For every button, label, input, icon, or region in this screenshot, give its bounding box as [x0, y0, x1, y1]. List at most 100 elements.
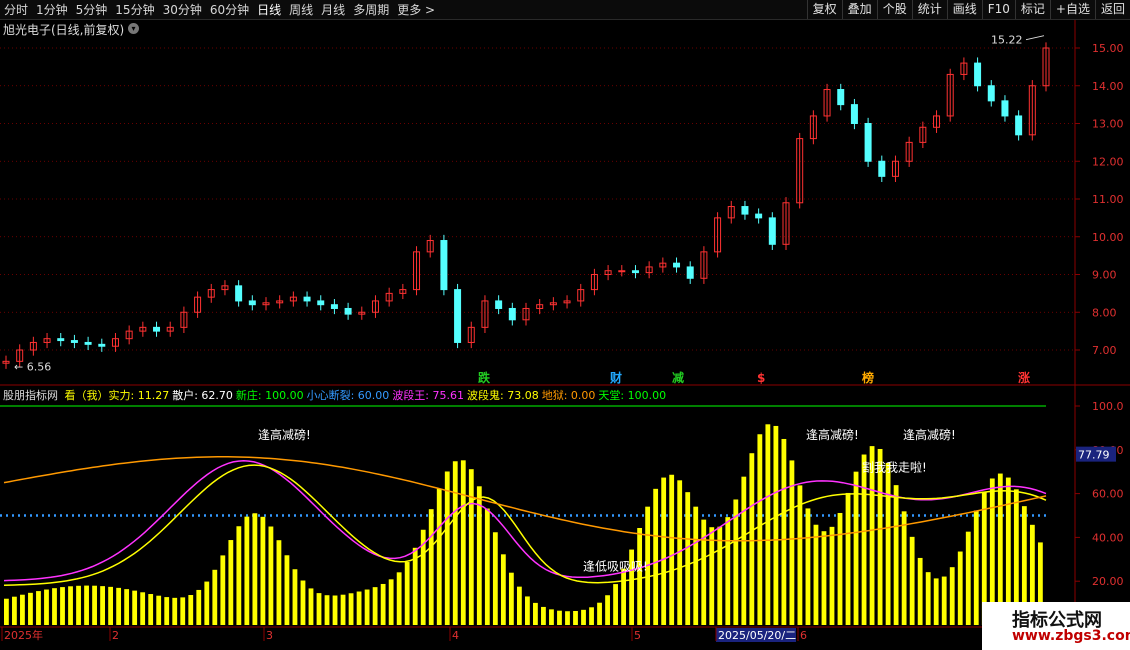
candle-body [768, 217, 776, 245]
candle-body [1001, 100, 1009, 117]
indicator-bar [749, 453, 755, 625]
event-marker: $ [757, 371, 765, 385]
indicator-bar [533, 602, 538, 625]
kline-chart[interactable]: 15.00 14.00 13.00 12.00 11.00 10.00 9.00 8.00 7.… [0, 20, 1130, 650]
indicator-bar [541, 606, 546, 625]
high-price-arrow [1025, 35, 1045, 41]
timeframe-0[interactable]: 分时 [0, 1, 32, 18]
timeframe-8[interactable]: 月线 [317, 1, 349, 18]
tool-button-1[interactable]: 叠加 [841, 0, 877, 19]
indicator-bar [20, 594, 25, 625]
indicator-item-7: 天堂: 100.00 [598, 389, 667, 402]
timeframe-3[interactable]: 15分钟 [111, 1, 158, 18]
timeframe-9[interactable]: 多周期 [349, 1, 393, 18]
indicator-bar [525, 596, 530, 625]
top-toolbar: 分时 1分钟 5分钟 15分钟 30分钟 60分钟 日线 周线 月线 多周期 更多 > 复权 叠加 个股… [0, 0, 1130, 20]
indicator-bar [44, 589, 49, 625]
candle-body [508, 307, 516, 321]
date-label: 4 [452, 629, 459, 642]
indicator-bar [28, 592, 33, 625]
indicator-bar [68, 586, 73, 625]
indicator-bar [885, 462, 891, 625]
stock-title: 旭光电子(日线,前复权) [3, 23, 125, 37]
candle-body [741, 206, 749, 215]
timeframe-2[interactable]: 5分钟 [72, 1, 112, 18]
date-label: 5 [634, 629, 641, 642]
tool-button-3[interactable]: 统计 [911, 0, 947, 19]
watermark-logo: 指标公式网 www.zbgs3.com [982, 602, 1130, 650]
indicator-bar [613, 584, 618, 625]
price-tick-label: 13.00 [1092, 118, 1124, 131]
indicator-item-3: 小心断裂: 60.00 [306, 389, 390, 402]
timeframe-5[interactable]: 60分钟 [206, 1, 253, 18]
indicator-bar [316, 593, 322, 625]
indicator-bar [685, 492, 691, 625]
current-value-label: 77.79 [1078, 449, 1110, 462]
candle-body [878, 160, 886, 177]
indicator-bar [52, 588, 57, 625]
indicator-bar [396, 572, 402, 625]
indicator-bar [260, 516, 266, 625]
indicator-bar [909, 536, 915, 625]
candle-body [837, 89, 845, 106]
candle-body [864, 123, 872, 162]
indicator-item-5: 波段鬼: 73.08 [467, 389, 539, 402]
price-tick-label: 7.00 [1092, 344, 1117, 357]
indicator-bar [236, 526, 242, 625]
indicator-bar [428, 509, 434, 625]
indicator-bar [388, 579, 394, 625]
candle-body [153, 326, 161, 332]
timeframe-6[interactable]: 日线 [253, 1, 285, 18]
timeframe-1[interactable]: 1分钟 [32, 1, 72, 18]
tool-button-6[interactable]: 标记 [1014, 0, 1050, 19]
tool-button-8[interactable]: 返回 [1094, 0, 1130, 19]
watermark-line2: www.zbgs3.com [1012, 628, 1130, 644]
indicator-bar [661, 477, 667, 625]
tool-button-0[interactable]: 复权 [806, 0, 842, 19]
candle-body [987, 85, 995, 102]
indicator-bar [605, 595, 610, 625]
indicator-bar [757, 434, 763, 625]
candle-body [84, 341, 92, 345]
tool-button-2[interactable]: 个股 [876, 0, 912, 19]
indicator-bar [284, 555, 290, 625]
indicator-bar [621, 568, 626, 625]
indicator-bar [452, 461, 458, 625]
indicator-bar [565, 611, 570, 625]
indicator-bar [829, 526, 835, 625]
indicator-bar [204, 581, 210, 625]
price-tick-label: 9.00 [1092, 269, 1117, 282]
chevron-down-icon[interactable]: ▾ [128, 23, 139, 34]
price-tick-label: 12.00 [1092, 155, 1124, 168]
event-marker: 减 [672, 370, 684, 385]
price-tick-label: 10.00 [1092, 231, 1124, 244]
indicator-bar [292, 569, 298, 625]
indicator-bar [212, 569, 218, 625]
tool-button-4[interactable]: 画线 [946, 0, 982, 19]
indicator-bar [436, 488, 442, 625]
indicator-bar [973, 510, 979, 625]
indicator-bar [637, 527, 643, 625]
indicator-tick-label: 40.00 [1092, 531, 1124, 544]
timeframe-7[interactable]: 周线 [285, 1, 317, 18]
indicator-bar [36, 591, 41, 625]
tool-button-5[interactable]: F10 [981, 0, 1015, 19]
tool-button-7[interactable]: +自选 [1049, 0, 1095, 19]
indicator-bar [76, 585, 81, 625]
indicator-bar [965, 531, 971, 625]
timeframe-10[interactable]: 更多 > [393, 1, 439, 18]
indicator-bar [12, 596, 17, 625]
indicator-bar [188, 595, 194, 625]
indicator-bar [244, 516, 250, 625]
indicator-bar [100, 586, 105, 625]
indicator-tick-label: 60.00 [1092, 488, 1124, 501]
indicator-tick-label: 20.00 [1092, 575, 1124, 588]
indicator-bar [957, 551, 963, 625]
indicator-name[interactable]: 股朋指标网 [3, 389, 58, 402]
timeframe-4[interactable]: 30分钟 [159, 1, 206, 18]
indicator-bar [196, 589, 202, 625]
candle-body [673, 262, 681, 268]
indicator-bar [468, 469, 474, 625]
candle-body [317, 300, 325, 306]
indicator-item-1: 散户: 62.70 [172, 389, 233, 402]
